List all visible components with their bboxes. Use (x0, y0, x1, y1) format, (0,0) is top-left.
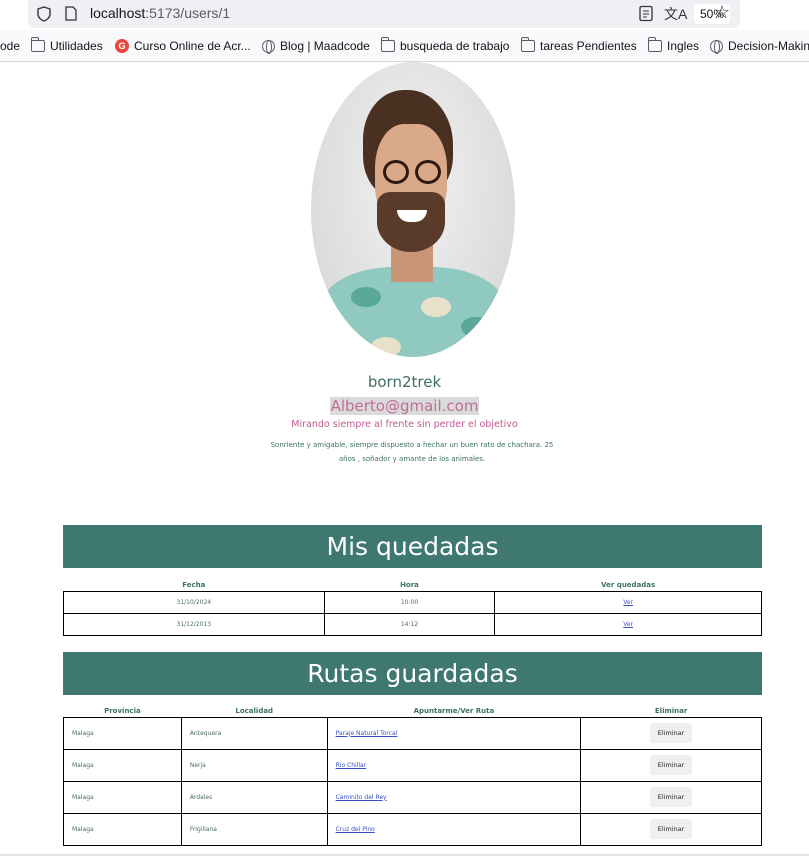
ruta-cell: Cruz del Pino (326, 812, 582, 846)
page-icon (65, 6, 77, 21)
hora-cell: 14:12 (323, 612, 496, 636)
ver-quedada-link[interactable]: Ver (623, 621, 633, 628)
bookmark-item[interactable]: Decision-Makin (710, 39, 809, 54)
table-row: Malaga Antequera Paraje Natural Torcal E… (63, 716, 762, 750)
ruta-cell: Rio Chillar (326, 748, 582, 782)
bookmark-label: Decision-Makin (728, 39, 809, 53)
table-row: Malaga Nerja Rio Chillar Eliminar (63, 748, 762, 782)
column-header: Localidad (235, 706, 274, 715)
url-path: :5173/users/1 (145, 5, 231, 21)
ver-cell: Ver (494, 590, 762, 614)
column-header: Hora (400, 580, 419, 589)
bookmark-item[interactable]: Blog | Maadcode (262, 39, 370, 54)
column-header: Fecha (182, 580, 206, 589)
table-header-row: Provincia Localidad Apuntarme/Ver Ruta E… (64, 705, 762, 717)
bookmark-item[interactable]: tareas Pendientes (520, 37, 637, 53)
user-profile-page: born2trek Alberto@gmail.com Mirando siem… (0, 62, 809, 856)
delete-button[interactable]: Eliminar (649, 723, 693, 743)
folder-icon (380, 37, 395, 52)
delete-button[interactable]: Eliminar (649, 755, 693, 775)
ruta-link[interactable]: Caminito del Rey (336, 794, 387, 801)
delete-button[interactable]: Eliminar (649, 787, 693, 807)
ruta-link[interactable]: Paraje Natural Torcal (336, 730, 398, 737)
provincia-cell: Malaga (63, 748, 182, 782)
profile-avatar (311, 62, 515, 357)
fecha-cell: 31/10/2024 (63, 590, 325, 614)
provincia-cell: Malaga (63, 716, 182, 750)
bookmark-item[interactable]: G Curso Online de Acr... (115, 39, 251, 53)
browser-toolbar: localhost:5173/users/1 文A 50% ☆ (0, 0, 809, 30)
bookmark-star-icon[interactable]: ☆ (714, 4, 730, 22)
ruta-cell: Paraje Natural Torcal (326, 716, 582, 750)
globe-icon (262, 39, 275, 54)
bookmark-item[interactable]: Ingles (647, 37, 700, 53)
provincia-cell: Malaga (63, 812, 182, 846)
ruta-link[interactable]: Rio Chillar (336, 762, 367, 769)
ver-cell: Ver (494, 612, 762, 636)
eliminar-cell: Eliminar (580, 780, 762, 814)
bookmark-label: busqueda de trabajo (400, 39, 510, 53)
localidad-cell: Nerja (180, 748, 328, 782)
column-header: Eliminar (654, 706, 688, 715)
table-row: 31/12/2013 14:12 Ver (63, 612, 762, 636)
localidad-cell: Ardales (180, 780, 328, 814)
folder-icon (520, 37, 535, 52)
bio-line: años , soñador y amante de los animales. (338, 455, 486, 463)
profile-bio: Sonriente y amigable, siempre dispuesto … (264, 438, 560, 466)
bookmark-item[interactable]: busqueda de trabajo (380, 37, 510, 53)
profile-slogan: Mirando siempre al frente sin perder el … (291, 419, 518, 430)
eliminar-cell: Eliminar (580, 748, 762, 782)
bookmark-label: Blog | Maadcode (280, 39, 370, 53)
folder-icon (647, 37, 662, 52)
bookmark-item[interactable]: Utilidades (30, 37, 103, 53)
profile-email: Alberto@gmail.com (329, 397, 480, 415)
url-host: localhost (90, 5, 146, 21)
ruta-cell: Caminito del Rey (326, 780, 582, 814)
folder-icon (30, 37, 45, 52)
hora-cell: 10:00 (323, 590, 496, 614)
bookmark-label: Utilidades (50, 39, 103, 53)
provincia-cell: Malaga (63, 780, 182, 814)
table-row: 31/10/2024 10:00 Ver (63, 590, 762, 614)
bookmark-label: ode (0, 39, 21, 53)
table-row: Malaga Ardales Caminito del Rey Eliminar (63, 780, 762, 814)
bio-line: Sonriente y amigable, siempre dispuesto … (270, 441, 554, 449)
bookmarks-bar: ode Utilidades G Curso Online de Acr... B… (0, 30, 809, 62)
ruta-link[interactable]: Cruz del Pino (336, 826, 375, 833)
eliminar-cell: Eliminar (580, 716, 762, 750)
bookmark-label: Curso Online de Acr... (134, 39, 251, 53)
url-text[interactable]: localhost:5173/users/1 (90, 5, 230, 21)
bookmark-item[interactable]: ode (0, 39, 20, 53)
rutas-table: Provincia Localidad Apuntarme/Ver Ruta E… (63, 705, 762, 846)
bookmark-label: Ingles (667, 39, 700, 53)
delete-button[interactable]: Eliminar (649, 819, 693, 839)
address-bar[interactable]: localhost:5173/users/1 文A 50% (28, 0, 740, 28)
localidad-cell: Antequera (180, 716, 328, 750)
column-header: Provincia (104, 706, 141, 715)
fecha-cell: 31/12/2013 (63, 612, 325, 636)
quedadas-header: Mis quedadas (63, 525, 762, 568)
column-header: Ver quedadas (601, 580, 656, 589)
localidad-cell: Frigiliana (180, 812, 328, 846)
quedadas-table: Fecha Hora Ver quedadas 31/10/2024 10:00… (63, 579, 762, 636)
column-header: Apuntarme/Ver Ruta (413, 706, 495, 715)
globe-icon (710, 39, 723, 54)
shield-icon[interactable] (36, 6, 52, 22)
profile-email-wrap: Alberto@gmail.com (0, 396, 809, 415)
ver-quedada-link[interactable]: Ver (623, 599, 633, 606)
profile-username: born2trek (367, 373, 442, 391)
g-logo-icon: G (115, 39, 129, 53)
table-header-row: Fecha Hora Ver quedadas (64, 579, 762, 591)
eliminar-cell: Eliminar (580, 812, 762, 846)
bookmark-label: tareas Pendientes (540, 39, 637, 53)
translate-icon[interactable]: 文A (664, 4, 687, 24)
table-row: Malaga Frigiliana Cruz del Pino Eliminar (63, 812, 762, 846)
reader-view-icon[interactable] (638, 5, 654, 22)
rutas-header: Rutas guardadas (63, 652, 762, 695)
